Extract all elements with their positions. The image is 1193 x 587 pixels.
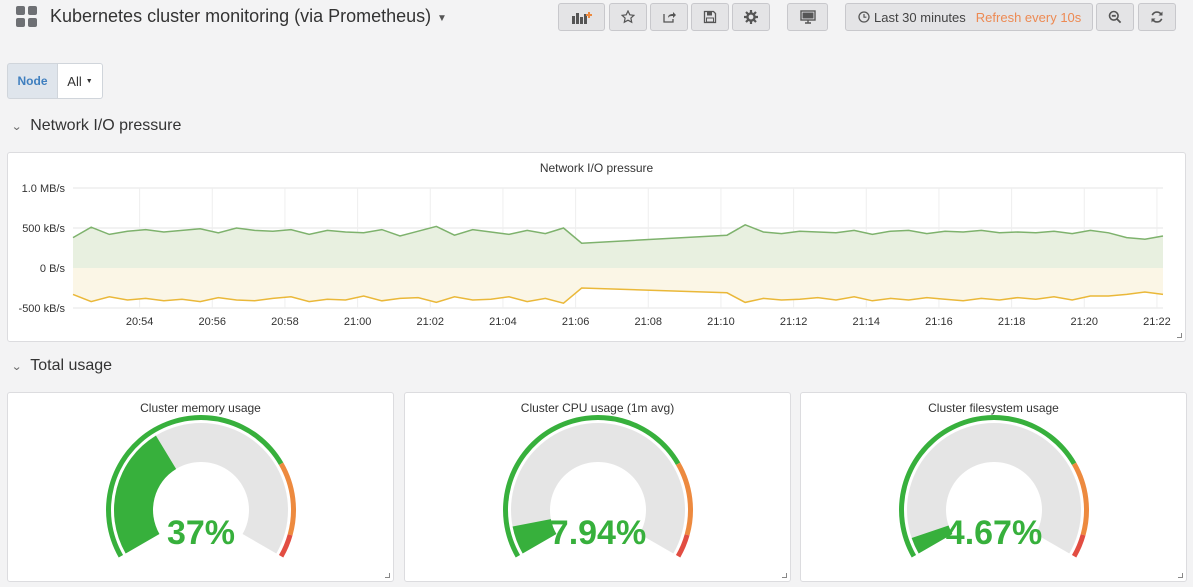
caret-down-icon[interactable]: ▼ — [437, 13, 447, 24]
x-tick-label: 21:18 — [998, 316, 1026, 328]
series-area — [73, 224, 1163, 268]
x-tick-label: 20:58 — [271, 316, 299, 328]
panel-resize-handle[interactable] — [1177, 333, 1182, 338]
refresh-button[interactable] — [1138, 3, 1176, 31]
panel-resize-handle[interactable] — [1178, 573, 1183, 578]
clock-icon — [858, 11, 870, 23]
memory-gauge: 37% — [106, 415, 296, 558]
refresh-interval-label: Refresh every 10s — [975, 9, 1082, 25]
x-tick-label: 21:00 — [344, 316, 372, 328]
gauge-value: 4.67% — [946, 514, 1042, 552]
x-tick-label: 21:02 — [417, 316, 445, 328]
x-tick-label: 21:12 — [780, 316, 808, 328]
x-tick-label: 21:04 — [489, 316, 517, 328]
row-network-io[interactable]: ⌄ Network I/O pressure — [11, 117, 182, 135]
row-title: Total usage — [30, 357, 113, 374]
add-panel-button[interactable] — [558, 3, 605, 31]
y-tick-label: 0 B/s — [40, 263, 66, 275]
time-picker-button[interactable]: Last 30 minutes Refresh every 10s — [845, 3, 1093, 31]
x-tick-label: 21:16 — [925, 316, 953, 328]
add-panel-icon — [571, 12, 592, 24]
time-range-label: Last 30 minutes — [874, 9, 966, 25]
series-area — [73, 268, 1163, 304]
gauge-value: 37% — [167, 514, 235, 552]
panel-resize-handle[interactable] — [782, 573, 787, 578]
tv-mode-button[interactable] — [787, 3, 828, 31]
filesystem-gauge: 4.67% — [899, 415, 1089, 558]
zoom-out-button[interactable] — [1096, 3, 1134, 31]
dashboard-title[interactable]: Kubernetes cluster monitoring (via Prome… — [50, 6, 431, 27]
top-navbar: Kubernetes cluster monitoring (via Prome… — [0, 0, 1193, 40]
x-tick-label: 20:54 — [126, 316, 154, 328]
x-tick-label: 21:20 — [1071, 316, 1099, 328]
x-tick-label: 21:14 — [853, 316, 881, 328]
x-tick-label: 21:08 — [635, 316, 663, 328]
cpu-gauge: 7.94% — [503, 415, 693, 558]
filesystem-usage-panel[interactable]: Cluster filesystem usage 4.67% — [800, 392, 1187, 582]
x-tick-label: 20:56 — [199, 316, 227, 328]
share-icon — [663, 12, 676, 23]
chevron-down-icon: ⌄ — [11, 360, 23, 373]
memory-usage-panel[interactable]: Cluster memory usage 37% — [7, 392, 394, 582]
x-tick-label: 21:10 — [707, 316, 735, 328]
y-tick-label: 500 kB/s — [22, 223, 65, 235]
panel-resize-handle[interactable] — [385, 573, 390, 578]
tv-icon — [799, 10, 816, 24]
chevron-down-icon: ⌄ — [11, 120, 23, 133]
cpu-usage-panel[interactable]: Cluster CPU usage (1m avg) 7.94% — [404, 392, 791, 582]
row-title: Network I/O pressure — [30, 117, 182, 134]
variable-node-value: All — [67, 73, 82, 89]
settings-button[interactable] — [732, 3, 770, 31]
refresh-icon — [1151, 11, 1163, 23]
zoom-out-icon — [1108, 10, 1122, 24]
network-io-panel[interactable]: Network I/O pressure 1.0 MB/s 500 kB/s 0 B… — [7, 152, 1186, 342]
save-icon — [703, 10, 717, 24]
gauge-value: 7.94% — [550, 514, 646, 552]
network-io-graph: 1.0 MB/s 500 kB/s 0 B/s -500 kB/s 20:54 20:56… — [19, 183, 1171, 328]
row-total-usage[interactable]: ⌄ Total usage — [11, 357, 113, 375]
save-button[interactable] — [691, 3, 729, 31]
x-tick-label: 21:06 — [562, 316, 590, 328]
y-tick-label: 1.0 MB/s — [22, 183, 66, 195]
y-tick-label: -500 kB/s — [19, 303, 66, 315]
share-button[interactable] — [650, 3, 688, 31]
x-tick-label: 21:22 — [1143, 316, 1171, 328]
variable-node-label: Node — [7, 63, 58, 99]
dashboard-grid-icon[interactable] — [16, 6, 38, 28]
star-icon — [621, 10, 635, 24]
star-button[interactable] — [609, 3, 647, 31]
variable-node-select[interactable]: All ▼ — [57, 63, 103, 99]
gear-icon — [744, 10, 758, 24]
caret-down-icon: ▼ — [85, 77, 93, 85]
